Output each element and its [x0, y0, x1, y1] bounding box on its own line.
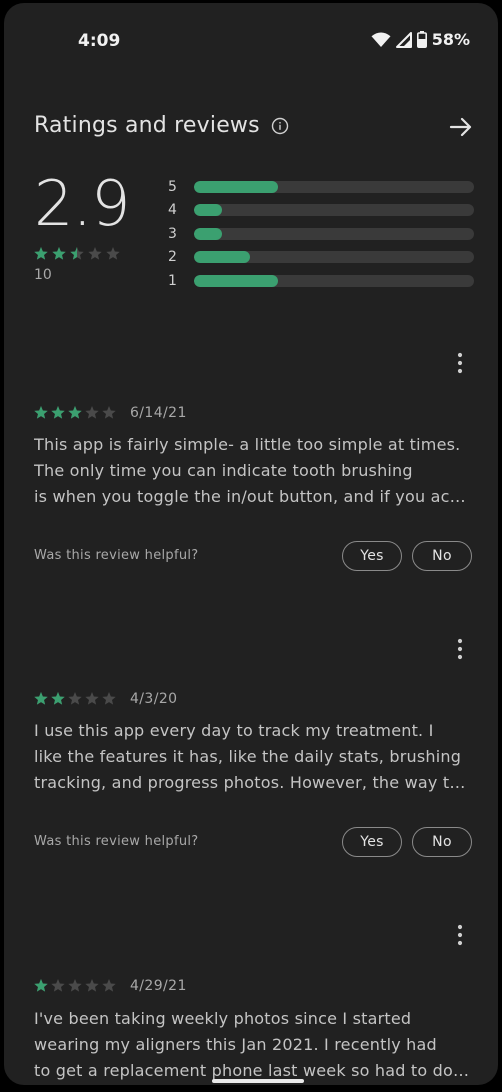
review-stars: [34, 406, 116, 419]
distribution-fill: [194, 251, 250, 264]
review-text-line: like the features it has, like the daily…: [34, 747, 462, 766]
summary-stars: [34, 247, 120, 260]
home-indicator[interactable]: [212, 1079, 304, 1083]
star-empty-icon: [106, 247, 120, 260]
review-card: 4/3/20 I use this app every day to track…: [34, 635, 472, 865]
more-vertical-icon[interactable]: [448, 351, 472, 375]
star-filled-icon: [34, 247, 48, 260]
distribution-row: 5: [168, 175, 474, 199]
review-text: I use this app every day to track my tre…: [34, 718, 472, 796]
review-stars: [34, 979, 116, 992]
review-card: 4/29/21 I've been taking weekly photos s…: [34, 921, 472, 1085]
helpful-question: Was this review helpful?: [34, 834, 199, 849]
helpful-row: Was this review helpful? Yes No: [34, 827, 472, 859]
star-empty-icon: [102, 979, 116, 992]
arrow-right-icon[interactable]: [448, 114, 474, 140]
signal-icon: [395, 31, 412, 48]
info-icon[interactable]: [271, 117, 289, 135]
star-filled-icon: [52, 247, 66, 260]
more-vertical-icon[interactable]: [448, 923, 472, 947]
review-text-line: wearing my aligners this Jan 2021. I rec…: [34, 1035, 437, 1054]
distribution-label: 3: [168, 225, 177, 242]
review-text-line: I've been taking weekly photos since I s…: [34, 1009, 412, 1028]
review-text-line: is when you toggle the in/out button, an…: [34, 487, 472, 506]
distribution-row: 4: [168, 199, 474, 223]
review-stars: [34, 692, 116, 705]
screen: 4:09 58% Ratings and reviews 2.9 10 5 4 …: [4, 3, 498, 1085]
distribution-fill: [194, 274, 278, 287]
star-empty-icon: [85, 406, 99, 419]
review-card: 6/14/21 This app is fairly simple- a lit…: [34, 349, 472, 579]
review-text-line: The only time you can indicate tooth bru…: [34, 461, 413, 480]
rating-distribution: 5 4 3 2 1: [168, 175, 474, 293]
star-empty-icon: [88, 247, 102, 260]
more-vertical-icon[interactable]: [448, 637, 472, 661]
distribution-label: 5: [168, 178, 177, 195]
helpful-buttons: Yes No: [342, 827, 472, 857]
distribution-label: 4: [168, 202, 177, 219]
star-empty-icon: [102, 406, 116, 419]
star-filled-icon: [34, 692, 48, 705]
star-filled-icon: [68, 406, 82, 419]
wifi-icon: [371, 32, 391, 47]
review-date: 4/29/21: [130, 978, 187, 994]
review-text: This app is fairly simple- a little too …: [34, 432, 472, 510]
status-bar: 4:09 58%: [4, 3, 498, 73]
star-empty-icon: [102, 692, 116, 705]
review-meta: 4/29/21: [34, 978, 187, 994]
distribution-fill: [194, 227, 222, 240]
star-filled-icon: [51, 692, 65, 705]
yes-button[interactable]: Yes: [342, 541, 402, 571]
star-empty-icon: [51, 979, 65, 992]
star-empty-icon: [68, 979, 82, 992]
distribution-track: [194, 204, 474, 217]
helpful-buttons: Yes No: [342, 541, 472, 571]
ratings-header: Ratings and reviews: [34, 111, 474, 143]
yes-button[interactable]: Yes: [342, 827, 402, 857]
distribution-track: [194, 180, 474, 193]
helpful-row: Was this review helpful? Yes No: [34, 541, 472, 573]
battery-percent: 58%: [431, 30, 470, 49]
review-date: 6/14/21: [130, 405, 187, 421]
status-time: 4:09: [78, 31, 121, 51]
review-text: I've been taking weekly photos since I s…: [34, 1006, 472, 1084]
rating-count: 10: [34, 267, 52, 283]
review-date: 4/3/20: [130, 691, 178, 707]
section-title: Ratings and reviews: [34, 113, 260, 138]
distribution-track: [194, 274, 474, 287]
no-button[interactable]: No: [412, 541, 472, 571]
distribution-label: 2: [168, 249, 177, 266]
battery-icon: [416, 31, 427, 48]
review-text-line: tracking, and progress photos. However, …: [34, 773, 472, 792]
review-meta: 6/14/21: [34, 405, 187, 421]
review-text-line: This app is fairly simple- a little too …: [34, 435, 461, 454]
average-rating: 2.9: [34, 167, 131, 240]
rating-summary: 2.9 10: [34, 169, 144, 299]
distribution-fill: [194, 204, 222, 217]
star-filled-icon: [34, 979, 48, 992]
star-filled-icon: [34, 406, 48, 419]
review-text-line: I use this app every day to track my tre…: [34, 721, 434, 740]
distribution-row: 3: [168, 222, 474, 246]
star-empty-icon: [85, 979, 99, 992]
distribution-label: 1: [168, 272, 177, 289]
distribution-fill: [194, 180, 278, 193]
star-empty-icon: [85, 692, 99, 705]
no-button[interactable]: No: [412, 827, 472, 857]
status-icons: 58%: [371, 30, 470, 49]
distribution-row: 1: [168, 269, 474, 293]
distribution-track: [194, 227, 474, 240]
distribution-track: [194, 251, 474, 264]
distribution-row: 2: [168, 246, 474, 270]
review-meta: 4/3/20: [34, 691, 177, 707]
star-filled-icon: [51, 406, 65, 419]
helpful-question: Was this review helpful?: [34, 548, 199, 563]
star-empty-icon: [68, 692, 82, 705]
